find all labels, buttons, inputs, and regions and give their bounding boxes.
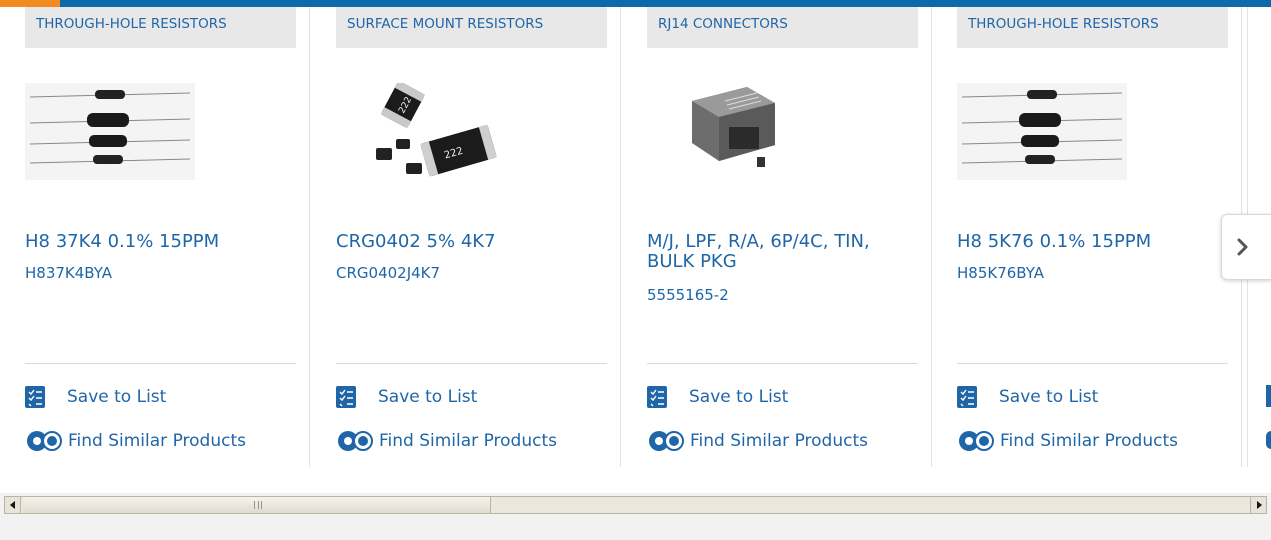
gears-icon xyxy=(649,431,684,451)
category-tag[interactable]: THROUGH-HOLE RESISTORS xyxy=(25,7,296,48)
save-to-list-button[interactable]: Save to List xyxy=(25,385,166,409)
find-similar-button[interactable]: Find Similar Products xyxy=(957,429,1178,453)
save-to-list-label: Save to List xyxy=(999,387,1099,407)
card-divider xyxy=(25,363,296,364)
through-hole-resistors-image[interactable] xyxy=(25,83,195,180)
card-divider xyxy=(957,363,1228,364)
checklist-icon-partial[interactable] xyxy=(1266,385,1271,407)
product-carousel-page: THROUGH-HOLE RESISTORS H8 37K4 0.1% 15PP… xyxy=(0,0,1271,540)
save-to-list-label: Save to List xyxy=(67,387,167,407)
footer-band xyxy=(0,516,1271,540)
find-similar-label: Find Similar Products xyxy=(690,431,868,451)
triangle-left-icon xyxy=(9,501,15,509)
product-card: THROUGH-HOLE RESISTORS H8 5K76 0.1% 15PP… xyxy=(932,7,1242,467)
chevron-right-icon xyxy=(1237,238,1248,256)
product-card: RJ14 CONNECTORS M/J, LPF, R/A, 6P/4C, TI… xyxy=(622,7,932,467)
triangle-right-icon xyxy=(1256,501,1262,509)
scrollbar-grip-icon xyxy=(254,501,262,509)
category-tag[interactable]: RJ14 CONNECTORS xyxy=(647,7,918,48)
brand-top-bar xyxy=(0,0,1271,7)
part-number[interactable]: 5555165-2 xyxy=(647,286,729,304)
save-to-list-label: Save to List xyxy=(689,387,789,407)
scrollbar-track[interactable] xyxy=(4,496,1267,514)
carousel-next-button[interactable] xyxy=(1221,214,1271,280)
save-to-list-button[interactable]: Save to List xyxy=(336,385,477,409)
rj14-connector-image[interactable] xyxy=(647,83,817,180)
card-divider xyxy=(647,363,918,364)
category-tag[interactable]: THROUGH-HOLE RESISTORS xyxy=(957,7,1228,48)
checklist-icon xyxy=(957,386,977,408)
scrollbar-thumb[interactable] xyxy=(23,497,491,513)
find-similar-label: Find Similar Products xyxy=(1000,431,1178,451)
scroll-right-arrow[interactable] xyxy=(1250,497,1266,513)
save-to-list-label: Save to List xyxy=(378,387,478,407)
find-similar-button[interactable]: Find Similar Products xyxy=(336,429,557,453)
product-title[interactable]: CRG0402 5% 4K7 xyxy=(336,232,611,252)
through-hole-resistors-image[interactable] xyxy=(957,83,1127,180)
gears-icon-partial[interactable] xyxy=(1266,431,1271,449)
save-to-list-button[interactable]: Save to List xyxy=(647,385,788,409)
gears-icon xyxy=(338,431,373,451)
smd-resistors-image[interactable]: 222 222 xyxy=(336,83,506,180)
find-similar-button[interactable]: Find Similar Products xyxy=(647,429,868,453)
horizontal-scrollbar[interactable] xyxy=(0,493,1271,516)
part-number[interactable]: H837K4BYA xyxy=(25,264,112,282)
product-carousel: THROUGH-HOLE RESISTORS H8 37K4 0.1% 15PP… xyxy=(0,7,1271,467)
product-title[interactable]: H8 37K4 0.1% 15PPM xyxy=(25,232,300,252)
category-tag[interactable]: SURFACE MOUNT RESISTORS xyxy=(336,7,607,48)
gears-icon xyxy=(959,431,994,451)
part-number[interactable]: H85K76BYA xyxy=(957,264,1044,282)
find-similar-button[interactable]: Find Similar Products xyxy=(25,429,246,453)
save-to-list-button[interactable]: Save to List xyxy=(957,385,1098,409)
product-card: SURFACE MOUNT RESISTORS 222 222 CRG0402 … xyxy=(311,7,621,467)
product-card: THROUGH-HOLE RESISTORS H8 37K4 0.1% 15PP… xyxy=(0,7,310,467)
part-number[interactable]: CRG0402J4K7 xyxy=(336,264,440,282)
checklist-icon xyxy=(647,386,667,408)
scroll-left-arrow[interactable] xyxy=(5,497,21,513)
gears-icon xyxy=(27,431,62,451)
checklist-icon xyxy=(336,386,356,408)
find-similar-label: Find Similar Products xyxy=(68,431,246,451)
card-divider xyxy=(336,363,607,364)
product-title[interactable]: M/J, LPF, R/A, 6P/4C, TIN, BULK PKG xyxy=(647,232,922,272)
product-title[interactable]: H8 5K76 0.1% 15PPM xyxy=(957,232,1232,252)
find-similar-label: Find Similar Products xyxy=(379,431,557,451)
top-bar-accent xyxy=(0,0,60,7)
checklist-icon xyxy=(25,386,45,408)
